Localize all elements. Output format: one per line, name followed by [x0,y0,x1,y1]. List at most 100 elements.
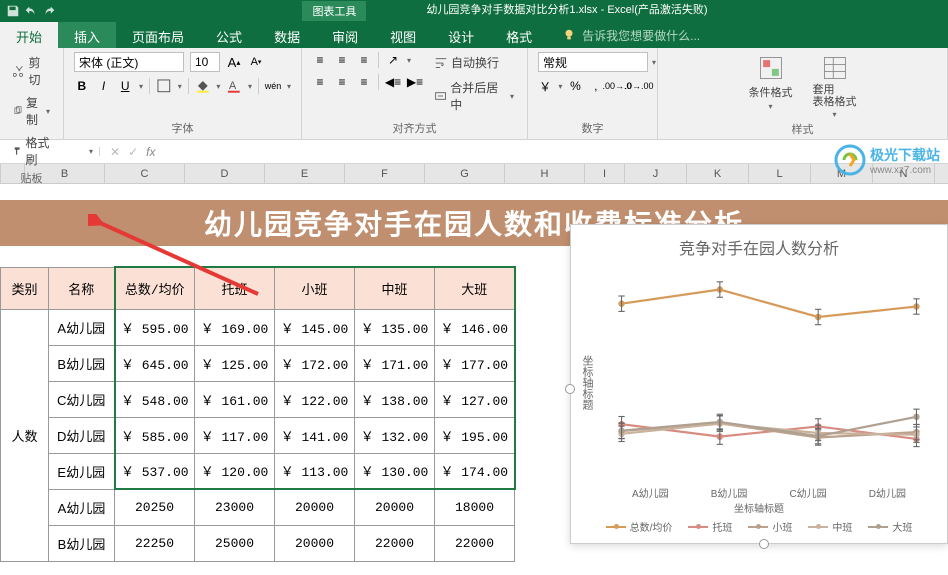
table-header: 小班 [275,267,355,309]
fx-icon[interactable]: fx [146,145,155,159]
align-bottom-icon[interactable]: ≡ [356,52,372,68]
table-cell[interactable]: ￥ 595.00 [115,309,195,345]
table-cell[interactable]: 20000 [275,525,355,561]
border-button[interactable] [156,78,172,94]
enter-formula-icon[interactable]: ✓ [128,145,138,159]
indent-decrease-icon[interactable]: ◀≡ [385,74,401,90]
table-cell[interactable]: ￥ 174.00 [435,453,515,489]
table-cell[interactable]: 20250 [115,489,195,525]
redo-icon[interactable] [42,4,56,18]
table-cell[interactable]: ￥ 138.00 [355,381,435,417]
comma-icon[interactable]: , [589,78,603,94]
embedded-chart[interactable]: 竞争对手在园人数分析 坐标轴标题 A幼儿园B幼儿园C幼儿园D幼儿园 坐标轴标题 … [570,224,948,544]
cancel-formula-icon[interactable]: ✕ [110,145,120,159]
chart-title[interactable]: 竞争对手在园人数分析 [571,225,947,263]
save-icon[interactable] [6,4,20,18]
table-cell[interactable]: ￥ 146.00 [435,309,515,345]
decrease-decimal-icon[interactable]: .0→.00 [631,78,647,94]
col-header-J[interactable]: J [625,164,687,183]
table-cell[interactable]: ￥ 127.00 [435,381,515,417]
table-cell[interactable]: ￥ 169.00 [195,309,275,345]
tab-page-layout[interactable]: 页面布局 [116,22,200,48]
table-cell[interactable]: ￥ 122.00 [275,381,355,417]
bulb-icon [562,28,576,42]
merge-center-button[interactable]: 合并后居中▾ [431,77,517,115]
table-cell[interactable]: ￥ 130.00 [355,453,435,489]
format-painter-button[interactable]: 格式刷 [10,132,53,170]
align-top-icon[interactable]: ≡ [312,52,328,68]
underline-button[interactable]: U [117,78,133,94]
title-bar: 图表工具 幼儿园竞争对手数据对比分析1.xlsx - Excel(产品激活失败) [0,0,948,22]
col-header-D[interactable]: D [185,164,265,183]
table-cell[interactable]: 20000 [355,489,435,525]
table-cell[interactable]: 20000 [275,489,355,525]
col-header-K[interactable]: K [687,164,749,183]
table-cell[interactable]: ￥ 145.00 [275,309,355,345]
table-cell[interactable]: ￥ 113.00 [275,453,355,489]
tab-view[interactable]: 视图 [374,22,432,48]
tab-data[interactable]: 数据 [258,22,316,48]
table-cell[interactable]: ￥ 195.00 [435,417,515,453]
increase-font-icon[interactable]: A▴ [226,54,242,70]
table-cell[interactable]: ￥ 172.00 [275,345,355,381]
table-cell[interactable]: ￥ 125.00 [195,345,275,381]
tab-design[interactable]: 设计 [432,22,490,48]
table-cell[interactable]: ￥ 135.00 [355,309,435,345]
tab-review[interactable]: 审阅 [316,22,374,48]
table-cell[interactable]: ￥ 120.00 [195,453,275,489]
table-cell[interactable]: 23000 [195,489,275,525]
copy-button[interactable]: 复制▾ [10,92,53,130]
currency-icon[interactable]: ￥ [538,78,552,94]
orientation-icon[interactable]: ↗ [385,52,401,68]
table-cell[interactable]: 18000 [435,489,515,525]
align-center-icon[interactable]: ≡ [334,74,350,90]
number-format-select[interactable] [538,52,648,72]
font-size-select[interactable] [190,52,220,72]
table-cell[interactable]: ￥ 132.00 [355,417,435,453]
table-cell[interactable]: ￥ 161.00 [195,381,275,417]
table-cell[interactable]: ￥ 177.00 [435,345,515,381]
table-format-button[interactable]: 套用 表格格式▾ [809,52,861,121]
tab-format[interactable]: 格式 [490,22,548,48]
row-group-label: 人数 [1,309,49,561]
bold-button[interactable]: B [74,78,90,94]
table-cell[interactable]: ￥ 117.00 [195,417,275,453]
decrease-font-icon[interactable]: A▾ [248,54,264,70]
col-header-L[interactable]: L [749,164,811,183]
italic-button[interactable]: I [96,78,112,94]
fill-color-button[interactable] [195,78,211,94]
indent-increase-icon[interactable]: ▶≡ [407,74,423,90]
table-cell[interactable]: ￥ 548.00 [115,381,195,417]
tell-me-box[interactable]: 告诉我您想要做什么... [548,22,948,48]
table-cell[interactable]: ￥ 141.00 [275,417,355,453]
cut-button[interactable]: 剪切 [10,52,53,90]
tab-insert[interactable]: 插入 [58,22,116,48]
col-header-H[interactable]: H [505,164,585,183]
undo-icon[interactable] [24,4,38,18]
align-left-icon[interactable]: ≡ [312,74,328,90]
table-cell[interactable]: 22000 [355,525,435,561]
table-cell[interactable]: ￥ 537.00 [115,453,195,489]
conditional-format-button[interactable]: 条件格式▾ [745,52,797,113]
col-header-C[interactable]: C [105,164,185,183]
align-right-icon[interactable]: ≡ [356,74,372,90]
tab-start[interactable]: 开始 [0,22,58,48]
font-color-button[interactable]: A [226,78,242,94]
col-header-F[interactable]: F [345,164,425,183]
col-header-E[interactable]: E [265,164,345,183]
align-middle-icon[interactable]: ≡ [334,52,350,68]
tab-formula[interactable]: 公式 [200,22,258,48]
col-header-G[interactable]: G [425,164,505,183]
percent-icon[interactable]: % [568,78,582,94]
table-cell[interactable]: ￥ 585.00 [115,417,195,453]
font-name-select[interactable] [74,52,184,72]
table-cell[interactable]: ￥ 645.00 [115,345,195,381]
table-cell[interactable]: 22250 [115,525,195,561]
increase-decimal-icon[interactable]: .00→.0 [609,78,625,94]
table-cell[interactable]: ￥ 171.00 [355,345,435,381]
col-header-I[interactable]: I [585,164,625,183]
phonetic-button[interactable]: wén [265,78,281,94]
table-cell[interactable]: 25000 [195,525,275,561]
table-cell[interactable]: 22000 [435,525,515,561]
wrap-text-button[interactable]: 自动换行 [431,52,517,73]
